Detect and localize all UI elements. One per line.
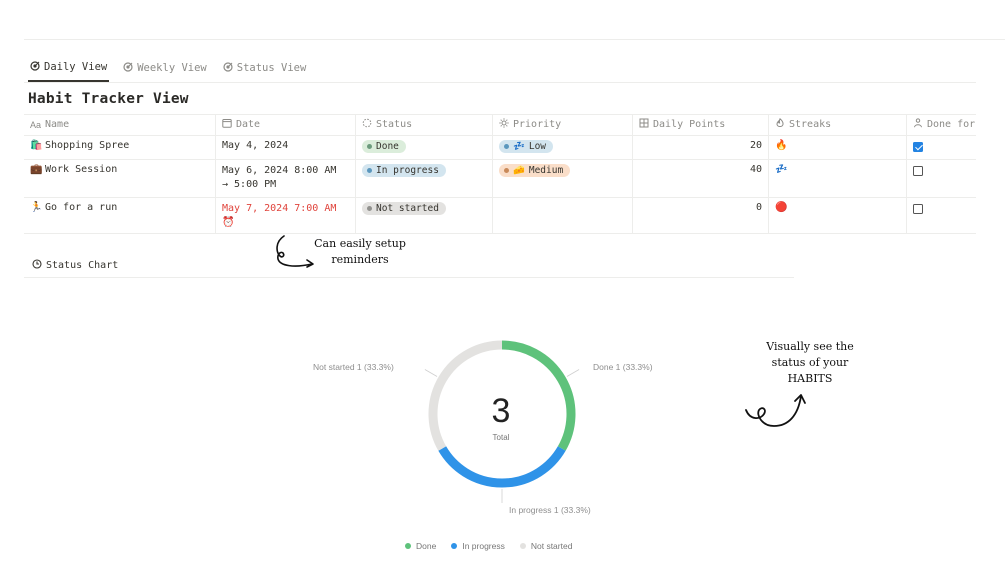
- slice-label-done: Done 1 (33.3%): [593, 362, 653, 372]
- legend-item-done[interactable]: Done: [405, 541, 436, 551]
- legend-dot: [519, 543, 526, 549]
- slice-label-in-progress: In progress 1 (33.3%): [509, 505, 591, 515]
- leader-line-not-started: [424, 369, 438, 377]
- chart-total-value: 3: [491, 392, 511, 430]
- legend-item-in-progress[interactable]: In progress: [451, 541, 505, 551]
- status-donut-chart: [424, 340, 580, 503]
- chart-legend: Done In progress Not started: [405, 541, 572, 551]
- legend-item-not-started[interactable]: Not started: [519, 541, 572, 551]
- habits-note: Visually see the status of your HABITS: [766, 340, 854, 385]
- leader-line-done: [566, 369, 580, 377]
- legend-dot: [451, 543, 458, 549]
- chart-total-label: Total: [492, 433, 510, 442]
- slice-label-not-started: Not started 1 (33.3%): [313, 362, 394, 372]
- legend-dot: [405, 543, 411, 549]
- curved-arrow-icon: [745, 394, 806, 427]
- donut-slice-in-progress[interactable]: [438, 446, 566, 488]
